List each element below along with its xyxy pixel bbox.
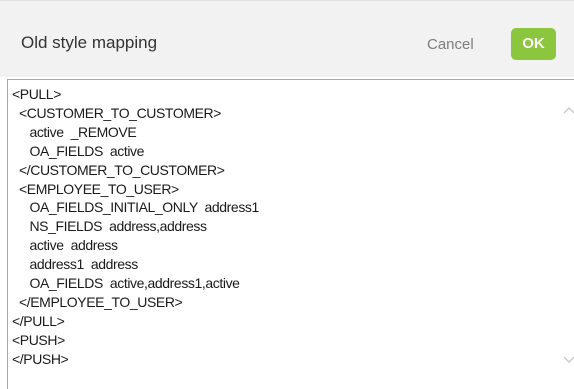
cancel-button[interactable]: Cancel	[427, 36, 474, 53]
mapping-editor[interactable]: <PULL> <CUSTOMER_TO_CUSTOMER> active _RE…	[7, 79, 574, 389]
dialog-title: Old style mapping	[21, 33, 158, 52]
mapping-text[interactable]: <PULL> <CUSTOMER_TO_CUSTOMER> active _RE…	[12, 85, 259, 369]
chevron-up-icon[interactable]	[562, 104, 574, 116]
dialog-header: Old style mapping Cancel OK	[0, 1, 574, 77]
ok-button[interactable]: OK	[511, 28, 556, 60]
chevron-down-icon[interactable]	[562, 354, 574, 366]
old-style-mapping-dialog: Old style mapping Cancel OK <PULL> <CUST…	[0, 0, 574, 389]
